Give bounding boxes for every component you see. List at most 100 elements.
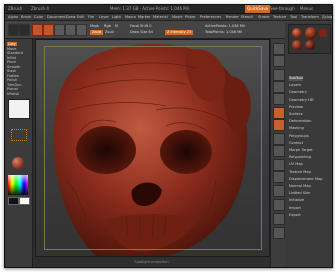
move-button[interactable] <box>54 24 65 36</box>
tray-item-morph-target[interactable]: Morph Target <box>289 148 313 153</box>
menu-item-macro[interactable]: Macro <box>125 14 136 20</box>
brush-slash[interactable]: Slash <box>7 69 16 73</box>
tray-item-surface[interactable]: Surface <box>289 112 303 117</box>
tray-item-normal-map[interactable]: Normal Map <box>289 184 311 189</box>
tray-item-displacement-map[interactable]: Displacement Map <box>289 177 322 182</box>
menus-button[interactable]: Menus <box>300 5 313 13</box>
brush-clay[interactable]: Clay <box>7 42 17 46</box>
menu-item-movie[interactable]: Movie <box>172 14 183 20</box>
tray-item-polygroups[interactable]: Polygroups <box>289 134 309 139</box>
menu-item-layer[interactable]: Layer <box>99 14 109 20</box>
edit-button[interactable] <box>32 24 43 36</box>
brush-flatten[interactable]: Flatten <box>7 74 19 78</box>
see-through-button[interactable]: See-through <box>270 5 295 13</box>
frame-button[interactable] <box>273 159 285 171</box>
brush-smooth[interactable]: Smooth <box>7 65 21 69</box>
tool-thumb-sculpt[interactable] <box>305 40 315 50</box>
menu-item-picker[interactable]: Picker <box>185 14 196 20</box>
menu-item-render[interactable]: Render <box>226 14 239 20</box>
menu-item-material[interactable]: Material <box>153 14 168 20</box>
local-button[interactable] <box>273 133 285 145</box>
brush-hpolish[interactable]: hPolish <box>7 92 19 96</box>
rgb-toggle[interactable]: Rgb <box>104 24 111 29</box>
mrgb-toggle[interactable]: Mrgb <box>90 24 99 29</box>
brush-polish[interactable]: Polish <box>7 78 17 82</box>
menu-item-edit[interactable]: Edit <box>77 14 84 20</box>
menu-item-file[interactable]: File <box>88 14 94 20</box>
floor-button[interactable] <box>273 119 285 131</box>
menu-item-brush[interactable]: Brush <box>21 14 31 20</box>
tray-item-geometry-hd[interactable]: Geometry HD <box>289 98 314 103</box>
scale-button[interactable] <box>65 24 76 36</box>
menu-item-alpha[interactable]: Alpha <box>8 14 18 20</box>
bpr-button[interactable] <box>273 43 285 55</box>
projection-master-button[interactable] <box>8 24 19 36</box>
brush-standard[interactable]: Standard <box>7 51 23 55</box>
menu-item-marker[interactable]: Marker <box>138 14 150 20</box>
document-canvas[interactable] <box>35 39 270 257</box>
zadd-toggle[interactable]: Zadd <box>90 30 103 35</box>
primary-color-swatch[interactable] <box>8 197 19 205</box>
brush-trimdyn[interactable]: TrimDyn <box>7 83 21 87</box>
zoom-button[interactable] <box>273 81 285 93</box>
menu-item-draw[interactable]: Draw <box>66 14 75 20</box>
m-toggle[interactable]: M <box>115 24 118 29</box>
tool-thumb-head[interactable] <box>305 27 317 39</box>
tool-thumb-polymesh[interactable] <box>292 40 302 50</box>
draw-size-slider[interactable]: Draw Size 64 <box>130 30 153 35</box>
tray-item-uv-map[interactable]: UV Map <box>289 162 303 167</box>
menu-item-texture[interactable]: Texture <box>273 14 286 20</box>
lightbox-button[interactable] <box>19 24 30 36</box>
tray-item-preview[interactable]: Preview <box>289 105 303 110</box>
rotate-view-button[interactable] <box>273 199 285 211</box>
menu-item-stencil[interactable]: Stencil <box>241 14 253 20</box>
material-sphere-icon[interactable] <box>12 157 24 169</box>
brush-pinch[interactable]: Pinch <box>7 60 16 64</box>
tray-item-contact[interactable]: Contact <box>289 141 303 146</box>
quicksave-button[interactable]: QuickSave <box>245 5 271 13</box>
alpha-thumbnail[interactable] <box>8 99 30 119</box>
tray-item-masking[interactable]: Masking <box>289 126 304 131</box>
tray-item-subtool[interactable]: SubTool <box>289 76 303 81</box>
color-picker[interactable] <box>8 175 28 195</box>
z-intensity-slider[interactable]: Z Intensity 25 <box>165 30 194 35</box>
tray-item-geometry[interactable]: Geometry <box>289 90 307 95</box>
brush-planar[interactable]: Planar <box>7 87 18 91</box>
menu-item-transform[interactable]: Transform <box>301 14 319 20</box>
tray-item-initialize[interactable]: Initialize <box>289 198 304 203</box>
focal-shift-slider[interactable]: Focal Shift 0 <box>130 24 151 29</box>
brush-move[interactable]: Move <box>7 47 16 51</box>
xyz-button[interactable] <box>273 145 285 157</box>
brush-inflat[interactable]: Inflat <box>7 56 16 60</box>
scale-view-button[interactable] <box>273 185 285 197</box>
menu-item-zplugin[interactable]: Zplugin <box>322 14 332 20</box>
stroke-thumbnail[interactable] <box>11 129 27 141</box>
tray-item-deformation[interactable]: Deformation <box>289 119 311 124</box>
tray-item-import[interactable]: Import <box>289 206 301 211</box>
polyf-button[interactable] <box>273 213 285 225</box>
tray-item-texture-map[interactable]: Texture Map <box>289 170 311 175</box>
move-view-button[interactable] <box>273 171 285 183</box>
menu-item-document[interactable]: Document <box>47 14 66 20</box>
tray-item-unified-skin[interactable]: Unified Skin <box>289 191 310 196</box>
menu-item-preferences[interactable]: Preferences <box>200 14 221 20</box>
tool-thumb-star[interactable] <box>319 29 327 37</box>
draw-button[interactable] <box>43 24 54 36</box>
menu-item-tool[interactable]: Tool <box>290 14 297 20</box>
actual-button[interactable] <box>273 93 285 105</box>
rotate-button[interactable] <box>76 24 87 36</box>
menu-item-color[interactable]: Color <box>34 14 43 20</box>
persp-button[interactable] <box>273 107 285 119</box>
spix-button[interactable] <box>273 55 285 67</box>
tray-item-export[interactable]: Export <box>289 213 301 218</box>
tray-item-polypainting[interactable]: Polypainting <box>289 155 311 160</box>
tool-thumb-sphere[interactable] <box>292 28 302 38</box>
menu-item-light[interactable]: Light <box>112 14 121 20</box>
scroll-button[interactable] <box>273 69 285 81</box>
secondary-color-swatch[interactable] <box>19 197 30 205</box>
active-points-readout: ActivePoints: 1.046 Mil <box>205 24 245 28</box>
transp-button[interactable] <box>273 227 285 239</box>
tray-item-layers[interactable]: Layers <box>289 83 301 88</box>
menu-item-stroke[interactable]: Stroke <box>258 14 269 20</box>
zsub-toggle[interactable]: Zsub <box>105 30 114 35</box>
